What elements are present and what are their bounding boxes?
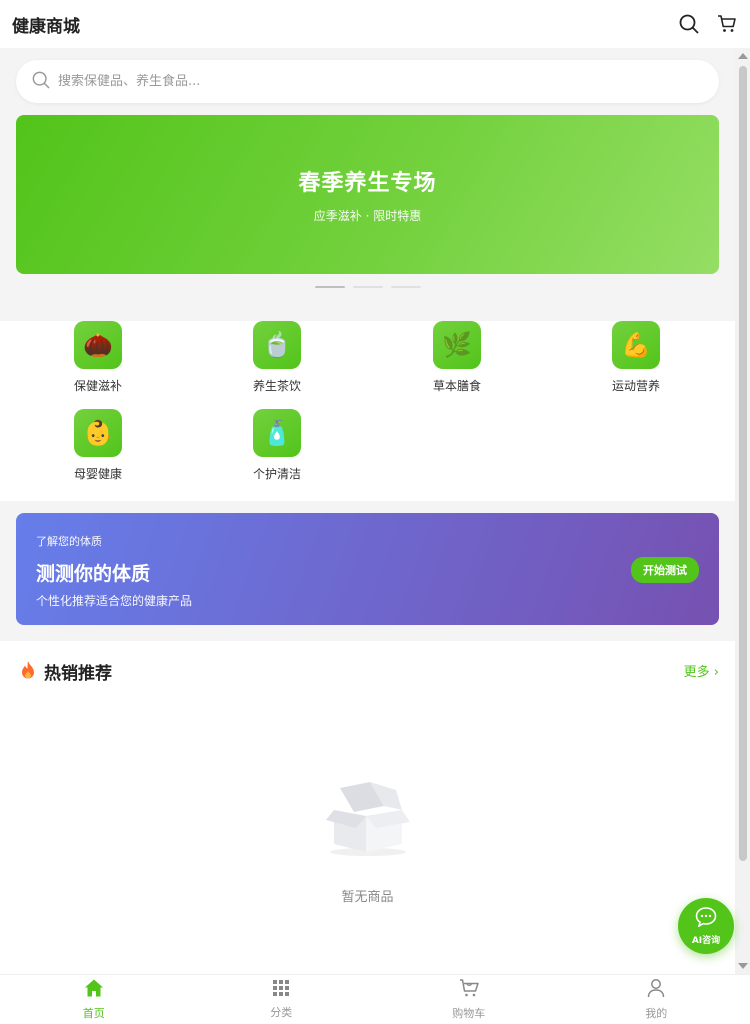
tab-category[interactable]: 分类 <box>188 975 376 1024</box>
muscle-icon: 💪 <box>612 321 660 369</box>
empty-box-icon <box>325 776 410 864</box>
search-icon <box>32 71 50 93</box>
scroll-up-arrow[interactable] <box>738 53 748 59</box>
hot-products-section: 热销推荐 更多 › 暂无商品 <box>0 641 735 974</box>
constitution-quiz-card[interactable]: 了解您的体质 测测你的体质 个性化推荐适合您的健康产品 开始测试 <box>16 513 719 625</box>
tea-icon: 🍵 <box>253 321 301 369</box>
ai-consult-button[interactable]: AI咨询 <box>678 898 734 954</box>
herb-icon: 🌿 <box>433 321 481 369</box>
category-item[interactable]: 🌿 草本膳食 <box>407 321 507 394</box>
category-label: 运动营养 <box>611 379 660 393</box>
tab-label: 我的 <box>645 1007 668 1020</box>
ai-consult-label: AI咨询 <box>691 935 721 946</box>
tab-cart[interactable]: 购物车 <box>375 975 563 1024</box>
scrollbar[interactable] <box>735 48 750 974</box>
fire-icon <box>20 660 36 684</box>
category-grid: 🌰 保健滋补 🍵 养生茶饮 🌿 草本膳食 💪 运动营养 👶 母婴健康 🧴 个护清… <box>0 321 735 501</box>
section-header: 热销推荐 <box>20 659 112 684</box>
category-item[interactable]: 🌰 保健滋补 <box>48 321 148 394</box>
grid-icon <box>272 979 290 1001</box>
empty-text: 暂无商品 <box>341 890 394 905</box>
search-icon[interactable] <box>678 13 700 35</box>
scroll-down-arrow[interactable] <box>738 963 748 969</box>
user-icon <box>646 978 666 1002</box>
quiz-eyebrow: 了解您的体质 <box>36 535 102 548</box>
tab-home[interactable]: 首页 <box>0 975 188 1024</box>
category-item[interactable]: 👶 母婴健康 <box>48 409 148 482</box>
quiz-title: 测测你的体质 <box>36 563 151 585</box>
tab-profile[interactable]: 我的 <box>563 975 750 1024</box>
chat-bubble-icon <box>695 906 717 931</box>
category-label: 养生茶饮 <box>252 379 301 393</box>
app-title: 健康商城 <box>12 16 80 37</box>
banner-title: 春季养生专场 <box>298 171 437 196</box>
search-input[interactable] <box>58 74 658 89</box>
category-item[interactable]: 🍵 养生茶饮 <box>227 321 327 394</box>
banner-dot[interactable] <box>352 286 383 288</box>
app-header: 健康商城 <box>0 0 750 48</box>
promo-banner[interactable]: 春季养生专场 应季滋补 · 限时特惠 <box>16 115 719 274</box>
more-link[interactable]: 更多 › <box>684 661 719 680</box>
tab-label: 首页 <box>82 1007 105 1020</box>
cart-icon <box>459 978 479 1002</box>
section-title: 热销推荐 <box>44 664 112 684</box>
tab-label: 分类 <box>270 1006 293 1019</box>
tab-label: 购物车 <box>452 1007 486 1020</box>
main-scroll-area: 春季养生专场 应季滋补 · 限时特惠 🌰 保健滋补 🍵 养生茶饮 🌿 草本膳食 … <box>0 48 735 974</box>
category-label: 草本膳食 <box>432 379 481 393</box>
bottom-tab-bar: 首页 分类 购物车 我的 <box>0 974 750 1024</box>
scrollbar-thumb[interactable] <box>739 66 747 861</box>
category-label: 保健滋补 <box>73 379 122 393</box>
nuts-icon: 🌰 <box>74 321 122 369</box>
start-test-button[interactable]: 开始测试 <box>631 557 699 583</box>
banner-pagination <box>0 286 735 288</box>
category-label: 个护清洁 <box>252 467 301 481</box>
header-actions <box>678 13 738 35</box>
category-label: 母婴健康 <box>73 467 122 481</box>
category-item[interactable]: 🧴 个护清洁 <box>227 409 327 482</box>
banner-dot[interactable] <box>314 286 345 288</box>
empty-state: 暂无商品 <box>0 776 735 905</box>
home-icon <box>84 978 104 1002</box>
banner-dot[interactable] <box>390 286 421 288</box>
category-item[interactable]: 💪 运动营养 <box>586 321 686 394</box>
quiz-description: 个性化推荐适合您的健康产品 <box>36 594 193 608</box>
baby-icon: 👶 <box>74 409 122 457</box>
banner-subtitle: 应季滋补 · 限时特惠 <box>313 209 422 223</box>
lotion-icon: 🧴 <box>253 409 301 457</box>
cart-icon[interactable] <box>716 13 738 35</box>
search-bar[interactable] <box>16 60 719 103</box>
